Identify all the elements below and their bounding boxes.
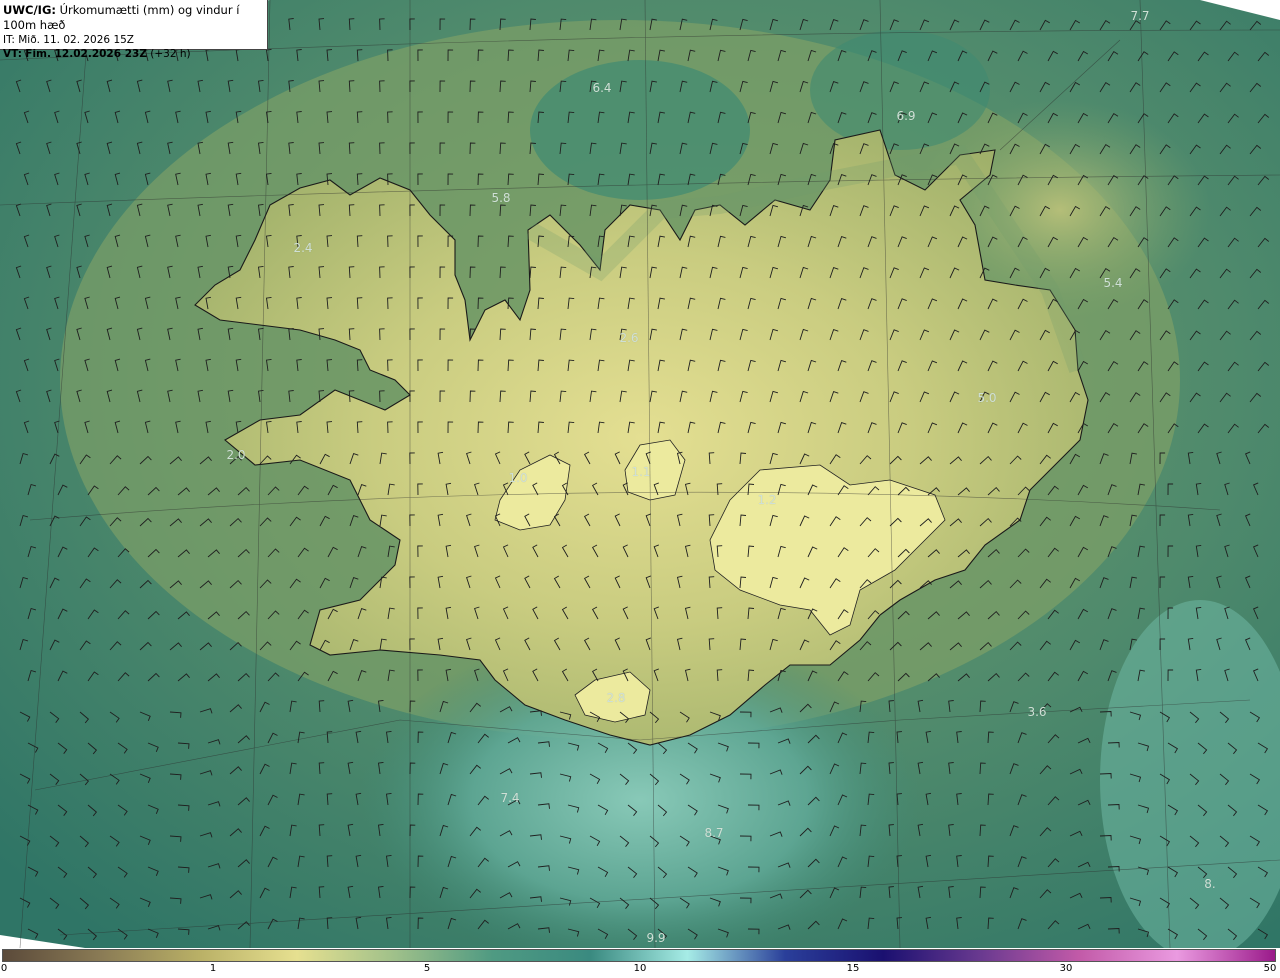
colorbar-tick-1: 1: [209, 963, 217, 974]
label-7-4: 7.4: [500, 791, 520, 805]
colorbar-legend: 0 1 5 10 15 30 50: [0, 948, 1280, 978]
initial-time: IT: Mið. 11. 02. 2026 15Z: [3, 34, 134, 46]
label-2-0: 2.0: [226, 448, 246, 462]
forecast-lead: (+32 h): [150, 48, 191, 60]
label-6-9: 6.9: [896, 109, 916, 123]
valid-time: Fim. 12.02.2026 23Z: [25, 48, 147, 60]
label-8-7: 8.7: [704, 826, 724, 840]
colorbar-tick-15: 15: [846, 963, 860, 974]
label-9-9: 9.9: [646, 931, 666, 945]
label-3-6: 3.6: [1027, 705, 1047, 719]
colorbar-tick-0: 0: [0, 963, 8, 974]
label-1-2: 1.2: [757, 493, 777, 507]
label-5-0: 5.0: [977, 391, 997, 405]
valid-time-prefix: VT:: [3, 48, 22, 60]
label-7-7: 7.7: [1130, 9, 1150, 23]
label-1-1: 1.1: [631, 465, 651, 479]
colorbar-tick-5: 5: [423, 963, 431, 974]
label-1-0: 1.0: [508, 471, 528, 485]
colorbar-tick-30: 30: [1059, 963, 1073, 974]
label-2-8: 2.8: [606, 691, 626, 705]
map-info-box: UWC/IG: Úrkomumætti (mm) og vindur í 100…: [0, 0, 268, 60]
colorbar-tick-10: 10: [633, 963, 647, 974]
colorbar-tick-50: 50: [1263, 963, 1277, 974]
label-6-4: 6.4: [592, 81, 612, 95]
label-8-x: 8.: [1204, 877, 1216, 891]
label-5-8: 5.8: [491, 191, 511, 205]
colorbar: [2, 949, 1276, 962]
label-2-4: 2.4: [293, 241, 313, 255]
label-2-6: 2.6: [619, 331, 639, 345]
label-5-4: 5.4: [1103, 276, 1123, 290]
model-name: UWC/IG:: [3, 3, 56, 17]
